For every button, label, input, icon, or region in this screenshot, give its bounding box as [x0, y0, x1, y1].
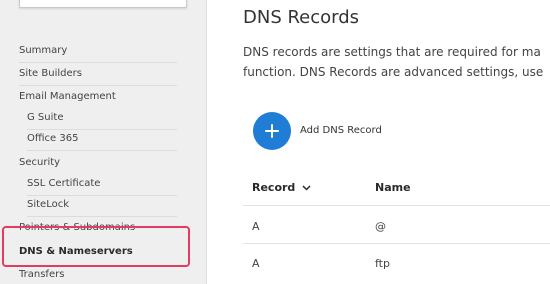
sidebar-item-security[interactable]: Security — [19, 157, 177, 169]
sidebar-item-g-suite[interactable]: G Suite — [27, 112, 177, 130]
chevron-down-icon — [302, 185, 311, 191]
main-content: DNS Records DNS records are settings tha… — [208, 0, 550, 284]
sidebar-item-sitelock[interactable]: SiteLock — [27, 199, 177, 217]
sidebar-item-ssl-certificate[interactable]: SSL Certificate — [27, 178, 177, 196]
highlight-box — [2, 226, 190, 267]
column-header-record-label: Record — [252, 181, 296, 194]
domain-selector[interactable] — [19, 0, 187, 8]
sidebar-item-office-365[interactable]: Office 365 — [27, 133, 177, 151]
cell-name: @ — [375, 220, 386, 233]
sidebar-nav: Summary Site Builders Email Management G… — [0, 0, 207, 284]
cell-record: A — [252, 220, 260, 233]
cell-record: A — [252, 257, 260, 270]
sidebar-item-email-management[interactable]: Email Management — [19, 91, 177, 103]
column-header-record[interactable]: Record — [252, 181, 311, 194]
description-line-1: DNS records are settings that are requir… — [243, 45, 541, 59]
page-title: DNS Records — [243, 7, 360, 28]
column-header-name[interactable]: Name — [375, 181, 411, 194]
cell-name: ftp — [375, 257, 390, 270]
table-divider — [243, 205, 550, 206]
table-divider — [243, 243, 550, 244]
sidebar-item-transfers[interactable]: Transfers — [19, 269, 177, 281]
add-dns-record-button[interactable] — [253, 112, 291, 150]
sidebar-item-site-builders[interactable]: Site Builders — [19, 68, 177, 86]
sidebar-item-summary[interactable]: Summary — [19, 45, 177, 63]
add-dns-record-label[interactable]: Add DNS Record — [300, 125, 382, 136]
page-description: DNS records are settings that are requir… — [243, 42, 550, 82]
description-line-2: function. DNS Records are advanced setti… — [243, 65, 544, 79]
plus-icon — [265, 124, 279, 138]
